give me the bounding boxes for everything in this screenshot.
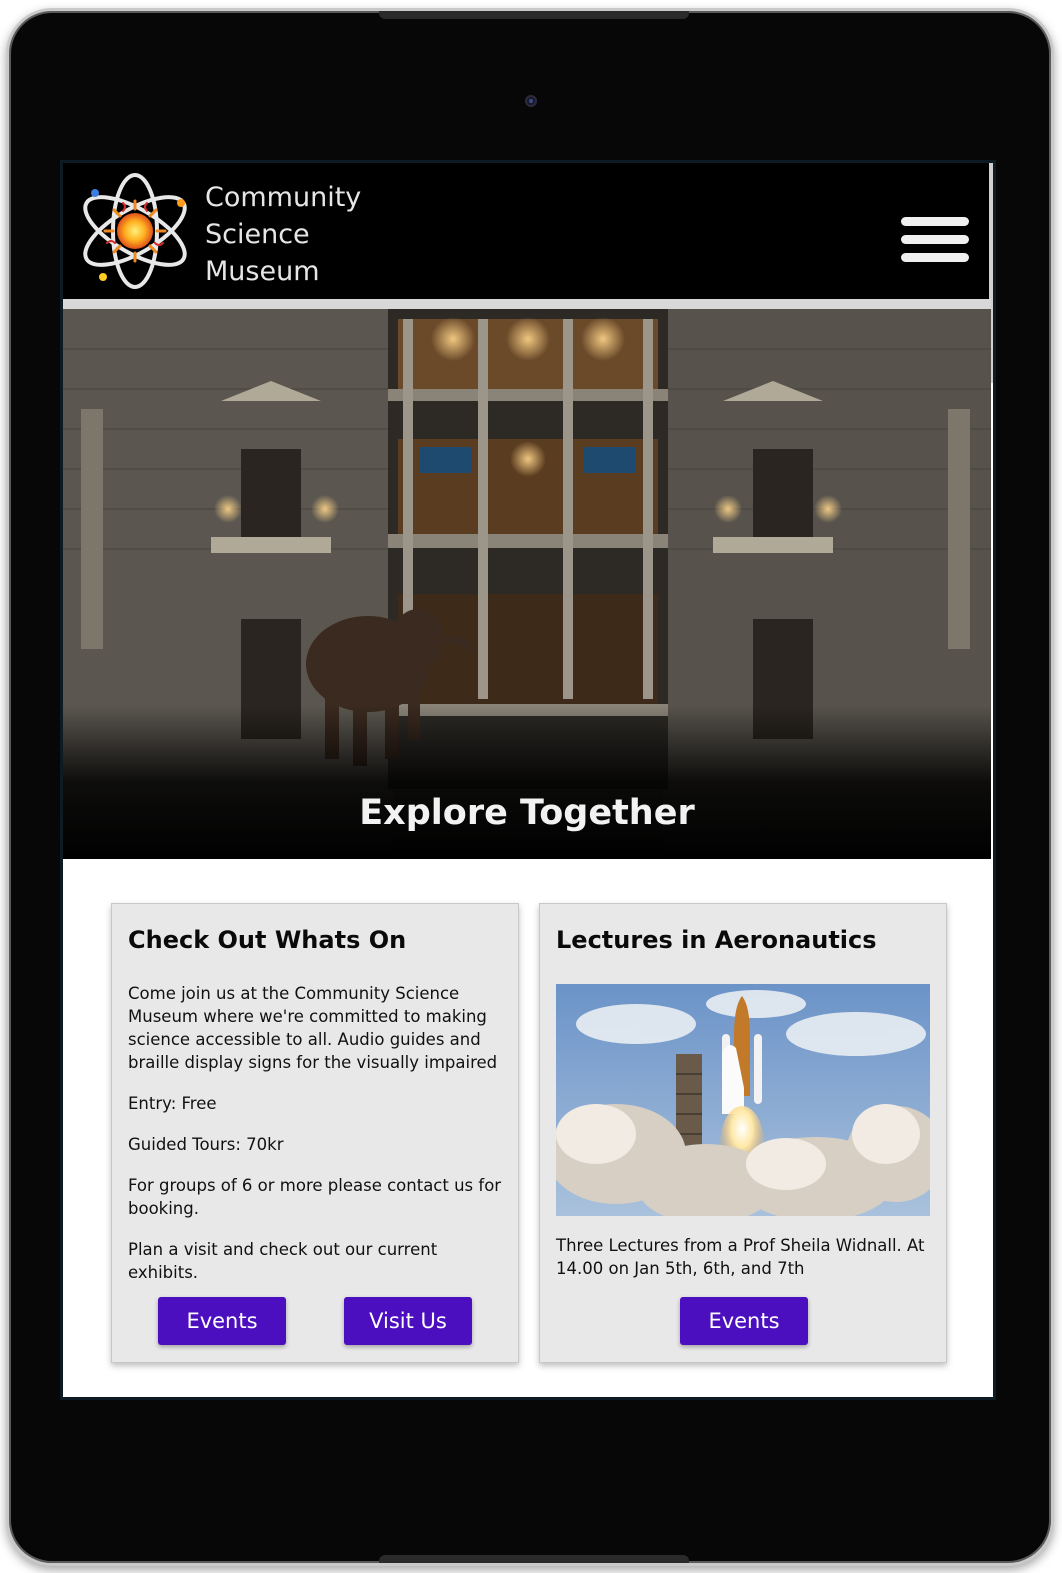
hamburger-menu-icon[interactable] (901, 217, 969, 273)
events-button[interactable]: Events (158, 1297, 286, 1345)
hero-banner: Explore Together (63, 309, 991, 859)
brand-line-3: Museum (205, 256, 320, 287)
whats-on-intro: Come join us at the Community Science Mu… (128, 984, 498, 1072)
whats-on-title: Check Out Whats On (128, 926, 407, 954)
atom-logo-icon[interactable] (73, 169, 197, 293)
museum-rotunda-image (63, 309, 991, 859)
aeronautics-events-button[interactable]: Events (680, 1297, 808, 1345)
entry-price: Entry: Free (128, 1094, 217, 1113)
guided-tours-price: Guided Tours: 70kr (128, 1135, 284, 1154)
browser-viewport: Community Science Museum Explore Togethe… (60, 160, 996, 1400)
camera-icon (525, 95, 537, 107)
site-header: Community Science Museum (63, 163, 991, 299)
hamburger-bar (901, 253, 969, 262)
aeronautics-title: Lectures in Aeronautics (556, 926, 877, 954)
cards-section: Check Out Whats On Come join us at the C… (63, 859, 993, 1397)
site-brand-name[interactable]: Community Science Museum (205, 179, 361, 290)
hero-title: Explore Together (359, 793, 695, 833)
aeronautics-card: Lectures in Aeronautics Three Lectures f… (539, 903, 947, 1363)
plan-visit-note: Plan a visit and check out our current e… (128, 1240, 438, 1282)
group-booking-note: For groups of 6 or more please contact u… (128, 1176, 502, 1218)
aeronautics-caption: Three Lectures from a Prof Sheila Widnal… (556, 1236, 925, 1278)
header-divider (63, 299, 991, 309)
whats-on-card: Check Out Whats On Come join us at the C… (111, 903, 519, 1363)
brand-line-1: Community (205, 182, 362, 213)
tablet-top-edge (379, 11, 689, 19)
brand-line-2: Science (205, 219, 310, 250)
tablet-bottom-edge (379, 1555, 689, 1563)
hamburger-bar (901, 235, 969, 244)
shuttle-launch-image (556, 984, 930, 1216)
hamburger-bar (901, 217, 969, 226)
visit-us-button[interactable]: Visit Us (344, 1297, 472, 1345)
whats-on-body: Come join us at the Community Science Mu… (128, 982, 508, 1302)
